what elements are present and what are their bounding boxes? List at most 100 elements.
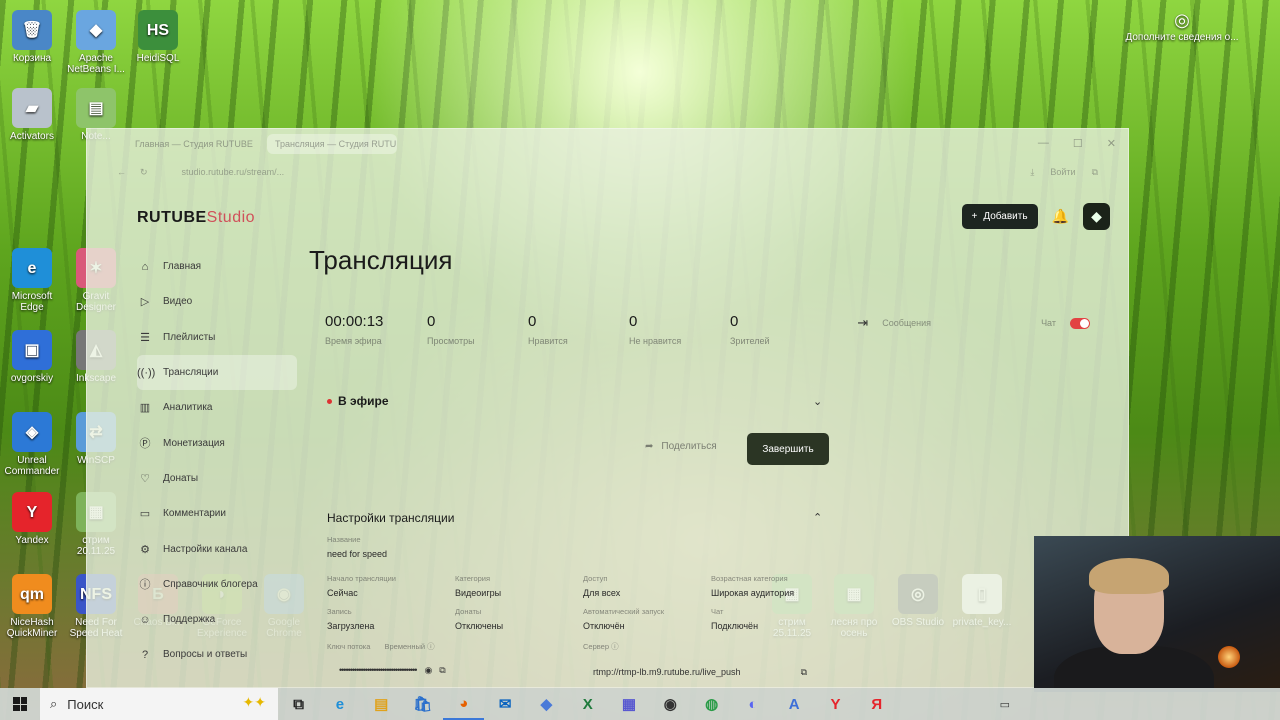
taskbar-obs-icon[interactable]: ◉ <box>650 688 691 720</box>
account-button[interactable]: Войти <box>1050 167 1075 178</box>
stat-label: Не нравится <box>629 336 682 346</box>
field-age[interactable]: Возрастная категория Широкая аудитория <box>711 574 794 598</box>
logo-main: RUTUBE <box>137 209 207 226</box>
bell-icon[interactable]: 🔔 <box>1052 208 1069 225</box>
field-category-value: Видеоигры <box>455 588 502 598</box>
copy-server-icon[interactable]: ⧉ <box>801 667 807 677</box>
system-tray[interactable]: ▭ <box>1000 698 1010 711</box>
tab-home[interactable]: Главная — Студия RUTUBE <box>127 134 257 154</box>
sidebar-item[interactable]: ⚙ Настройки канала <box>137 531 297 566</box>
taskbar-3d-icon[interactable]: ◆ <box>526 688 567 720</box>
add-button-label: Добавить <box>983 211 1028 222</box>
extensions-icon[interactable]: ⧉ <box>1092 167 1098 178</box>
desktop-icon[interactable]: e Microsoft Edge <box>0 248 64 313</box>
download-icon[interactable]: ⤓ <box>1030 167 1034 178</box>
field-category[interactable]: Категория Видеоигры <box>455 574 501 598</box>
field-start-label: Начало трансляции <box>327 574 396 583</box>
sidebar-icon: ☺ <box>139 613 151 626</box>
back-icon[interactable]: ← <box>117 167 126 177</box>
field-access[interactable]: Доступ Для всех <box>583 574 620 598</box>
maximize-icon[interactable]: ☐ <box>1073 137 1083 150</box>
taskbar-discord-icon[interactable]: ◐ <box>732 688 773 720</box>
desktop-icon[interactable]: Y Yandex <box>0 492 64 546</box>
page-title: Трансляция <box>309 245 453 275</box>
field-autostart[interactable]: Автоматический запуск Отключён <box>583 607 664 631</box>
taskbar-yandex-icon[interactable]: Y <box>815 688 856 720</box>
sidebar-item[interactable]: ☰ Плейлисты <box>137 320 297 355</box>
taskbar-store-icon[interactable]: 🛍 <box>402 688 443 720</box>
sidebar-item[interactable]: ♡ Донаты <box>137 461 297 496</box>
live-label: В эфире <box>338 394 389 408</box>
field-name-label: Название <box>327 535 361 544</box>
sidebar-item[interactable]: ((·)) Трансляции <box>137 354 297 391</box>
taskbar-app-icon[interactable]: A <box>774 688 815 720</box>
eye-icon[interactable]: ◉ <box>424 665 432 676</box>
tab-stream[interactable]: Трансляция — Студия RUTUBE <box>267 134 397 154</box>
desktop-icon[interactable]: 🗑 Корзина <box>0 10 64 64</box>
chevron-down-icon[interactable]: ⌄ <box>813 395 822 408</box>
rutube-studio-logo[interactable]: RUTUBEStudio <box>137 209 255 227</box>
messages-label[interactable]: Сообщения <box>882 318 931 328</box>
sidebar-item[interactable]: ? Вопросы и ответы <box>137 637 297 672</box>
chat-toggle[interactable] <box>1070 317 1090 329</box>
taskbar-firefox-icon[interactable]: ◕ <box>443 688 485 720</box>
sidebar-item[interactable]: ☺ Поддержка <box>137 602 297 637</box>
desktop-icon[interactable]: qm NiceHash QuickMiner <box>0 574 64 639</box>
sidebar-item[interactable]: ▥ Аналитика <box>137 390 297 425</box>
taskbar-excel-icon[interactable]: X <box>567 688 608 720</box>
start-button[interactable] <box>0 688 40 720</box>
taskbar-yandex-music-icon[interactable]: Я <box>856 688 897 720</box>
field-start[interactable]: Начало трансляции Сейчас <box>327 574 396 598</box>
share-button[interactable]: ➦ Поделиться <box>645 441 717 452</box>
taskbar-edge-icon[interactable]: e <box>319 688 360 720</box>
taskbar-explorer-icon[interactable]: ▤ <box>361 688 402 720</box>
server-label: Сервер <box>583 642 610 651</box>
close-icon[interactable]: ✕ <box>1107 137 1116 150</box>
info-icon: ⓘ <box>427 642 435 651</box>
chevron-up-icon[interactable]: ⌃ <box>813 511 822 524</box>
corner-notice[interactable]: ◎ Дополните сведения о... <box>1092 10 1272 44</box>
taskbar-outlook-icon[interactable]: ✉ <box>484 688 525 720</box>
field-name-value: need for speed <box>327 549 388 559</box>
sidebar-icon: ☰ <box>140 331 150 344</box>
collapse-chat-icon[interactable]: ⇥ <box>857 315 868 331</box>
sidebar-item-label: Главная <box>163 261 202 273</box>
minimize-icon[interactable]: — <box>1038 137 1049 150</box>
desktop-icon[interactable]: ▣ ovgorskiy <box>0 330 64 384</box>
desktop-icon-label: Yandex <box>15 535 49 546</box>
add-button[interactable]: + Добавить <box>961 204 1038 229</box>
live-status[interactable]: В эфире <box>327 394 389 408</box>
account-circle-icon: ◎ <box>1174 10 1190 30</box>
desktop-icon[interactable]: ◆ Apache NetBeans I... <box>64 10 128 75</box>
app-icon: ▰ <box>12 88 52 128</box>
finish-button[interactable]: Завершить <box>747 433 829 465</box>
field-category-label: Категория <box>455 574 491 583</box>
sidebar-item[interactable]: Ⓟ Монетизация <box>137 425 297 460</box>
desktop-icon-label: ovgorskiy <box>10 373 54 384</box>
taskbar-search[interactable]: ⌕ Поиск ✦✦ <box>40 688 278 720</box>
field-chat[interactable]: Чат Подключён <box>711 607 758 631</box>
server-field[interactable]: rtmp://rtmp-lb.m9.rutube.ru/live_push ⧉ <box>593 667 807 678</box>
reload-icon[interactable]: ↻ <box>140 167 148 178</box>
desktop-icon[interactable]: HS HeidiSQL <box>126 10 190 64</box>
avatar[interactable]: ◆ <box>1083 203 1110 230</box>
field-name[interactable]: Название need for speed <box>327 535 387 559</box>
desktop-icon[interactable]: ▰ Activators <box>0 88 64 142</box>
sidebar-item[interactable]: ▭ Комментарии <box>137 496 297 531</box>
field-access-label: Доступ <box>583 574 608 583</box>
stream-key-field[interactable]: •••••••••••••••••••••••••••••••••••• ◉ ⧉ <box>339 665 559 676</box>
sidebar-item[interactable]: ▷ Видео <box>137 284 297 319</box>
sidebar-item[interactable]: ⓘ Справочник блогера <box>137 567 297 602</box>
taskbar-chrome-icon[interactable]: ◍ <box>691 688 732 720</box>
sidebar-icon: ⓘ <box>139 579 151 592</box>
url-field[interactable]: studio.rutube.ru/stream/... <box>182 167 285 177</box>
taskbar-task-view-icon[interactable]: ⧉ <box>278 688 319 720</box>
sidebar-item[interactable]: ⌂ Главная <box>137 249 297 284</box>
sidebar-item-label: Плейлисты <box>163 331 216 343</box>
desktop-icon-label: NiceHash QuickMiner <box>6 617 58 639</box>
taskbar-tool-icon[interactable]: ▦ <box>608 688 649 720</box>
desktop-icon[interactable]: ◈ Unreal Commander <box>0 412 64 477</box>
field-donate[interactable]: Донаты Отключены <box>455 607 503 631</box>
copy-key-icon[interactable]: ⧉ <box>439 665 446 676</box>
field-record[interactable]: Запись Загрузлена <box>327 607 374 631</box>
